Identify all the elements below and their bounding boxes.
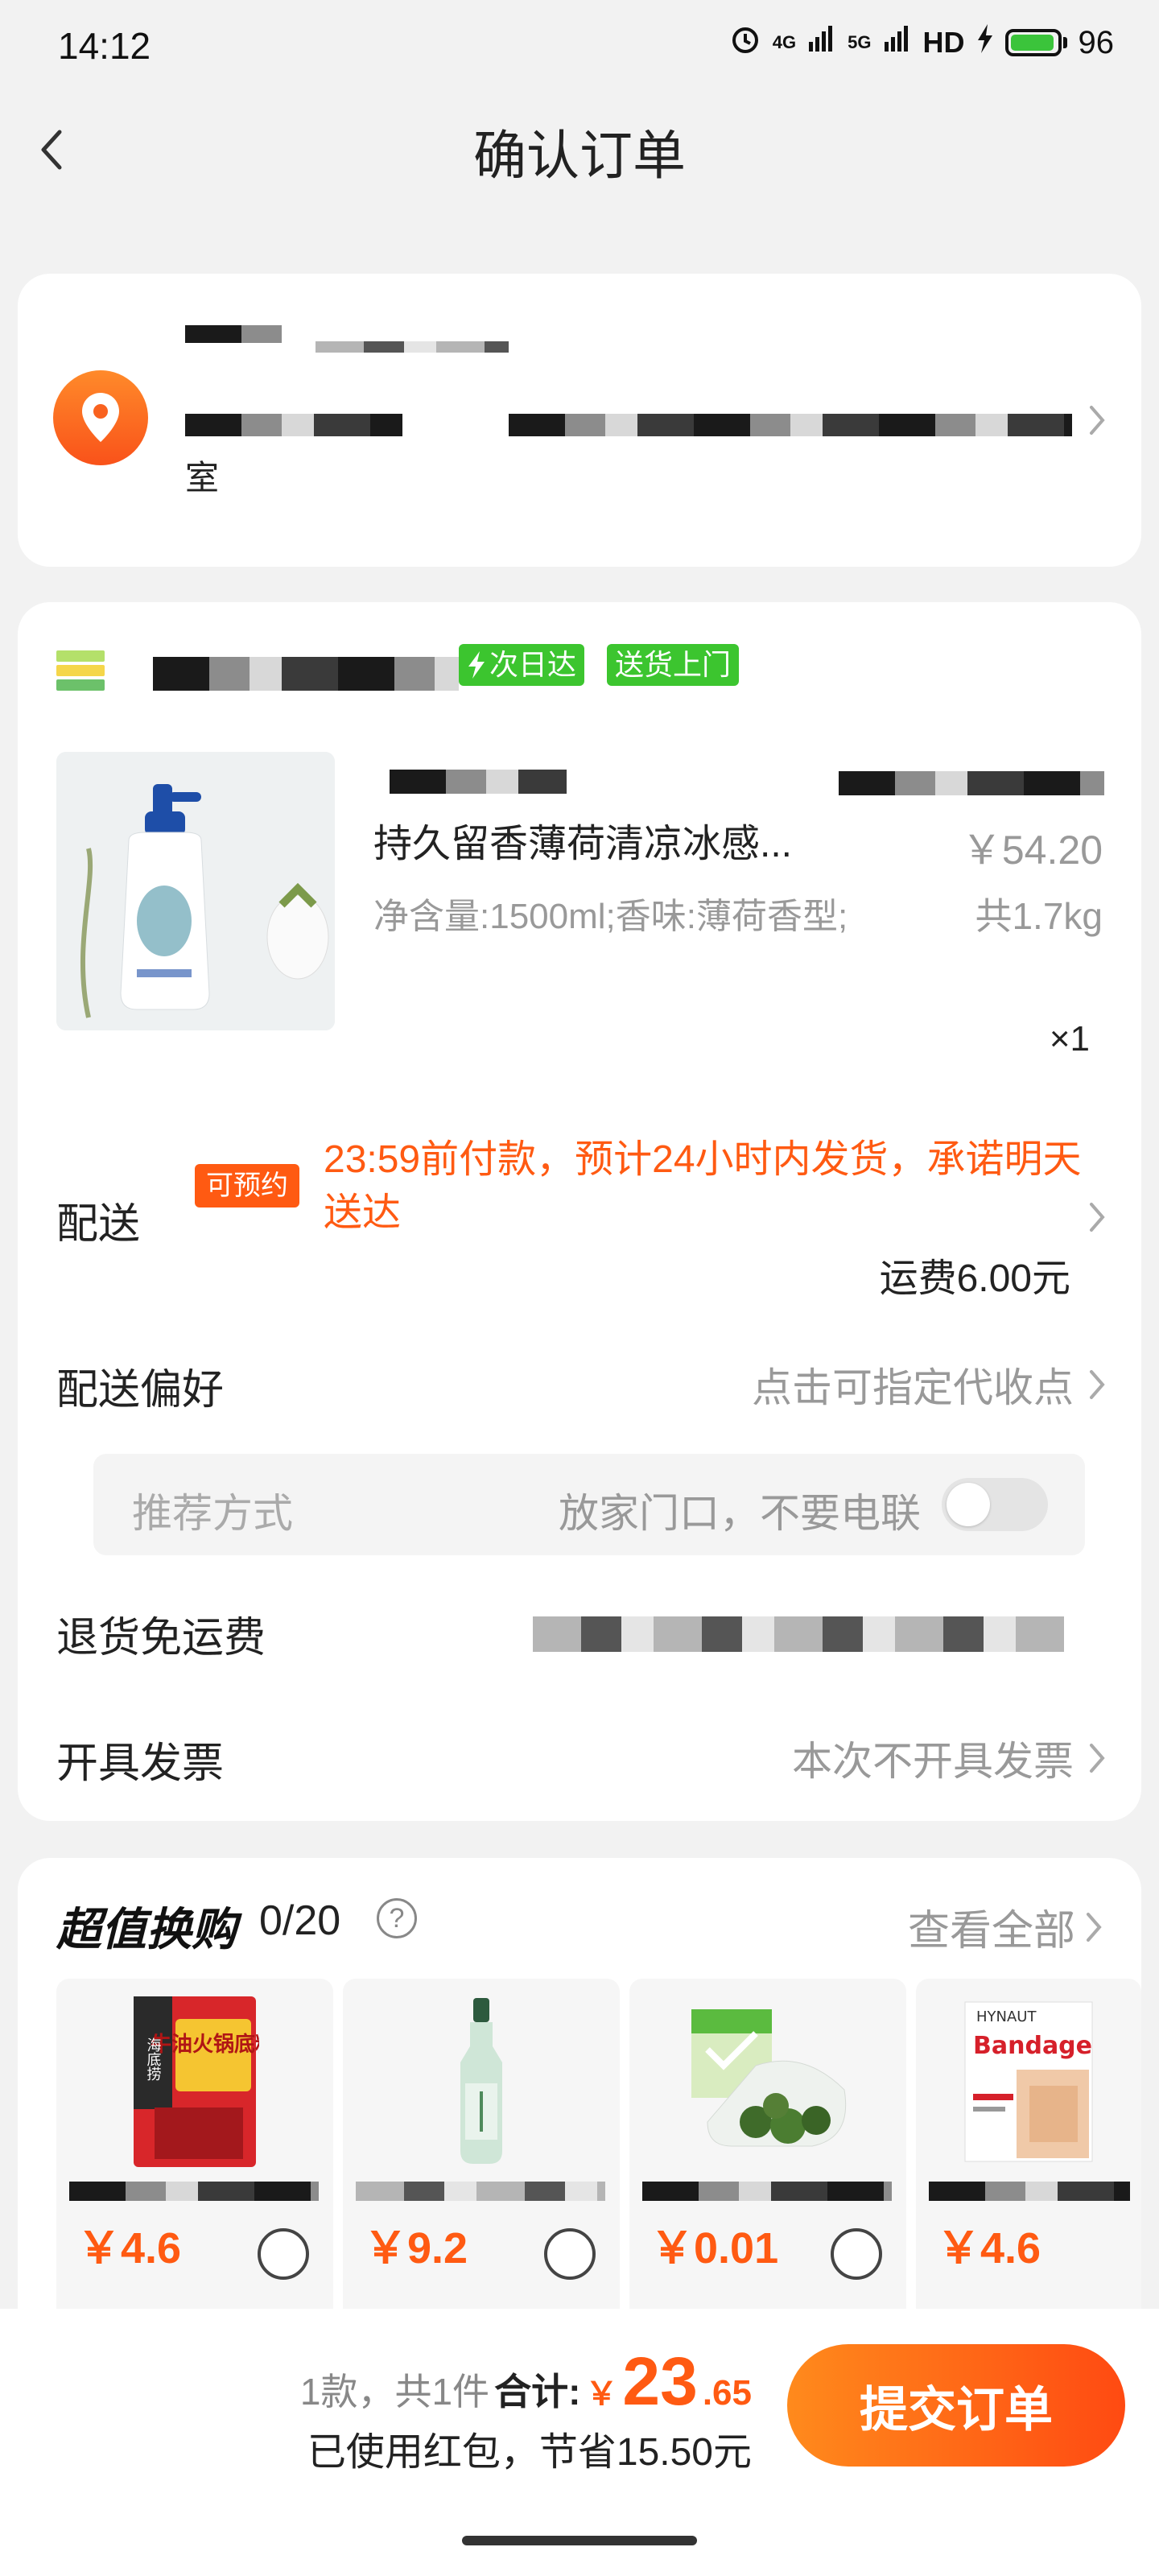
invoice-label: 开具发票 <box>56 1740 225 1787</box>
preference-selector[interactable]: 点击可指定代收点 <box>752 1356 1106 1414</box>
bandage-title-text: Bandage <box>973 2032 1092 2060</box>
deal-select-radio[interactable] <box>544 2228 596 2280</box>
address-card[interactable]: 室 <box>18 274 1141 567</box>
invoice-selector[interactable]: 本次不开具发票 <box>792 1729 1106 1787</box>
return-shipping-value-redacted <box>533 1616 1064 1652</box>
alarm-icon <box>729 23 761 63</box>
recipient-phone-redacted <box>316 341 509 353</box>
product-title-redacted <box>390 770 567 794</box>
chevron-right-icon <box>1090 1370 1105 1399</box>
signal-bars-icon <box>807 24 836 61</box>
preference-value[interactable]: 点击可指定代收点 <box>752 1356 1074 1414</box>
battery-icon <box>1004 29 1067 56</box>
deal-price: ￥4.6 <box>77 2224 182 2273</box>
deal-price: ￥9.2 <box>364 2224 468 2273</box>
charging-icon <box>976 24 994 61</box>
address-line-redacted <box>185 414 402 436</box>
deal-item[interactable]: HYNAUT Bandage ￥4.6 <box>916 1979 1141 2309</box>
preference-method-label: 推荐方式 <box>132 1491 293 1536</box>
total-label: 合计: <box>494 2371 581 2413</box>
deal-item[interactable]: ￥9.2 <box>343 1979 620 2309</box>
currency-symbol: ￥ <box>585 2376 618 2412</box>
recipient-name-redacted <box>185 325 282 343</box>
chevron-right-icon <box>1087 1912 1102 1942</box>
toilet-water-image <box>375 1995 588 2169</box>
order-summary: 1款，共1件 合计: ￥ 23 .65 <box>300 2343 752 2421</box>
help-icon[interactable]: ? <box>377 1898 417 1938</box>
deal-name-redacted <box>356 2182 605 2201</box>
return-shipping-label: 退货免运费 <box>56 1615 266 1662</box>
battery-percent: 96 <box>1078 24 1115 60</box>
next-day-tag: 次日达 <box>459 644 585 686</box>
product-price: ￥54.20 <box>961 828 1103 873</box>
chevron-right-icon <box>1088 404 1106 436</box>
store-name-redacted <box>153 657 459 691</box>
status-time: 14:12 <box>58 25 151 67</box>
deal-name-redacted <box>642 2182 892 2201</box>
chevron-right-icon[interactable] <box>1088 1201 1106 1233</box>
hotpot-brand-text: 海底捞 <box>145 2037 162 2081</box>
deal-name-redacted <box>929 2182 1130 2201</box>
deal-item[interactable]: 牛油火锅底料 海底捞 ￥4.6 <box>56 1979 333 2309</box>
signal-4g-icon: 4G <box>772 32 797 52</box>
signal-5g-icon: 5G <box>848 32 872 52</box>
deal-select-radio[interactable] <box>258 2228 309 2280</box>
saving-note: 已使用红包，节省15.50元 <box>307 2431 752 2474</box>
signal-bars-icon-2 <box>883 24 912 61</box>
deal-price: ￥0.01 <box>650 2224 779 2273</box>
total-integer: 23 <box>622 2343 698 2419</box>
product-title-redacted-2 <box>839 771 1104 795</box>
product-name[interactable]: 持久留香薄荷清凉冰感... <box>373 811 792 868</box>
product-spec: 净含量:1500ml;香味:薄荷香型; <box>373 897 848 936</box>
see-all-link[interactable]: 查看全部 <box>908 1897 1103 1957</box>
product-image[interactable] <box>56 752 335 1030</box>
no-call-toggle[interactable] <box>942 1478 1048 1531</box>
lime-bag-image <box>662 1995 874 2169</box>
invoice-value[interactable]: 本次不开具发票 <box>792 1729 1074 1787</box>
deal-name-redacted <box>69 2182 319 2201</box>
deal-select-radio[interactable] <box>831 2228 882 2280</box>
hotpot-base-image: 牛油火锅底料 海底捞 <box>89 1995 301 2169</box>
chevron-right-icon <box>1090 1744 1105 1773</box>
status-icons: 4G 5G HD 96 <box>729 23 1114 63</box>
page-title: 确认订单 <box>473 126 686 185</box>
reservable-badge: 可预约 <box>195 1164 299 1208</box>
store-logo <box>56 650 105 691</box>
total-decimal: .65 <box>702 2373 752 2413</box>
item-count: 1款，共1件 <box>299 2371 490 2413</box>
submit-order-button[interactable]: 提交订单 <box>787 2344 1125 2467</box>
store-tags: 次日达 送货上门 <box>459 644 740 686</box>
shipping-fee: 运费6.00元 <box>879 1257 1070 1300</box>
product-quantity: ×1 <box>1049 1019 1090 1059</box>
deals-count: 0/20 <box>259 1897 341 1944</box>
product-weight: 共1.7kg <box>975 895 1103 937</box>
deals-card: 超值换购 0/20 ? 查看全部 牛油火锅底料 海底捞 ￥4.6 <box>18 1858 1141 2309</box>
address-line-redacted-2 <box>509 414 1072 436</box>
hd-icon: HD <box>922 26 965 59</box>
preference-box: 推荐方式 放家门口，不要电联 <box>93 1454 1085 1555</box>
deal-item[interactable]: ￥0.01 <box>629 1979 906 2309</box>
deals-title: 超值换购 <box>56 1904 237 1955</box>
address-suffix: 室 <box>185 459 220 497</box>
order-card: 次日达 送货上门 持久留香薄荷清凉冰感... ￥54.20 净含量:1500ml… <box>18 602 1141 1821</box>
preference-label: 配送偏好 <box>56 1367 225 1414</box>
delivery-note[interactable]: 23:59前付款，预计24小时内发货，承诺明天送达 <box>324 1133 1088 1240</box>
home-indicator[interactable] <box>462 2536 697 2545</box>
lightning-icon <box>468 651 485 679</box>
home-delivery-tag: 送货上门 <box>607 644 740 686</box>
location-pin-icon <box>53 370 148 465</box>
hotpot-title-text: 牛油火锅底料 <box>151 2032 259 2057</box>
deal-price: ￥4.6 <box>937 2224 1041 2273</box>
bandage-box-image: HYNAUT Bandage <box>932 1995 1125 2169</box>
preference-method-value: 放家门口，不要电联 <box>559 1491 921 1536</box>
bandage-brand-text: HYNAUT <box>976 2008 1037 2025</box>
delivery-label: 配送 <box>56 1201 141 1248</box>
